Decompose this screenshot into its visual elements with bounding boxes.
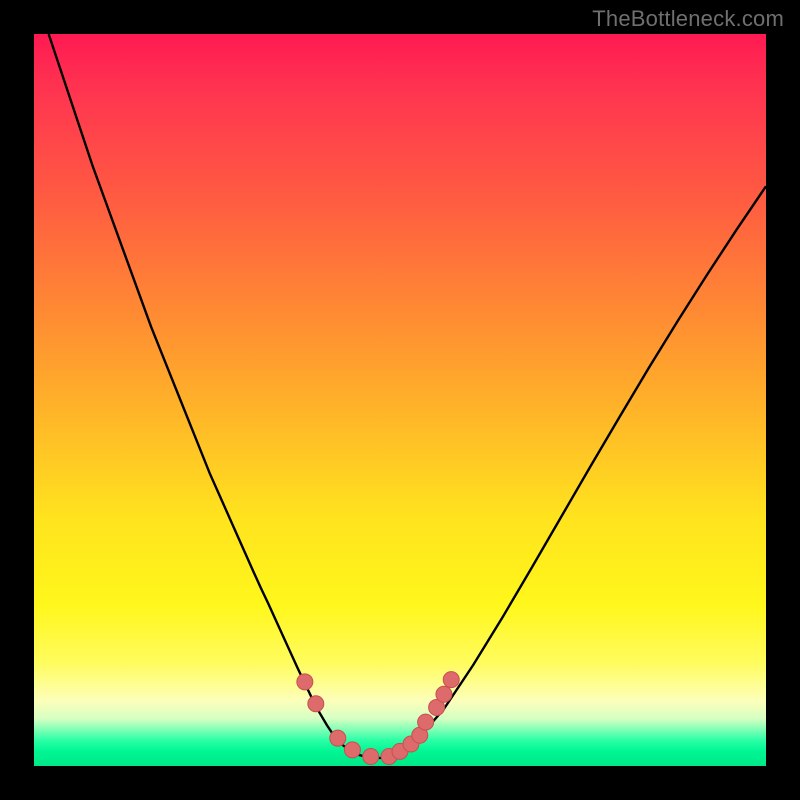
chart-frame: TheBottleneck.com — [0, 0, 800, 800]
watermark-text: TheBottleneck.com — [592, 6, 784, 32]
plot-area — [34, 34, 766, 766]
heat-gradient-background — [34, 34, 766, 766]
